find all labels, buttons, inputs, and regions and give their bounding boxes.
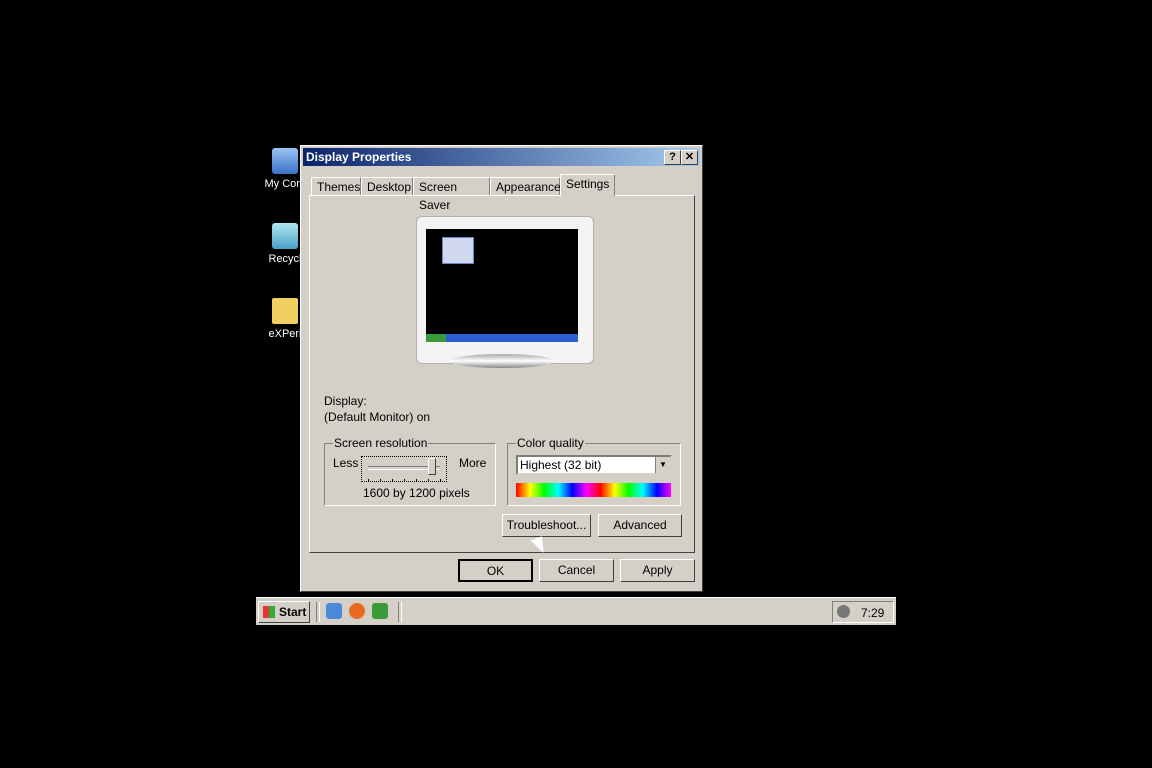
taskbar: Start 7:29 [256,597,896,625]
volume-icon[interactable] [837,605,850,618]
close-button[interactable]: ✕ [681,150,698,165]
preview-taskbar [426,334,578,342]
troubleshoot-button[interactable]: Troubleshoot... [502,514,591,537]
tab-desktop[interactable]: Desktop [361,177,413,195]
start-button[interactable]: Start [258,601,310,623]
computer-icon [272,148,298,174]
color-quality-legend: Color quality [516,436,585,450]
color-quality-select[interactable]: Highest (32 bit) ▼ [516,455,672,475]
more-label: More [459,456,487,470]
system-tray: 7:29 [832,601,894,623]
tab-settings[interactable]: Settings [560,174,615,196]
screen-resolution-legend: Screen resolution [333,436,429,450]
monitor-stand [450,354,554,368]
slider-thumb[interactable] [428,458,436,475]
taskbar-separator [398,602,402,622]
media-icon[interactable] [349,603,365,619]
advanced-button[interactable]: Advanced [598,514,682,537]
recycle-bin-icon [272,223,298,249]
cancel-label: Cancel [557,563,596,577]
settings-panel: Display: (Default Monitor) on Screen res… [309,195,695,553]
start-label: Start [279,605,307,619]
color-quality-group: Color quality Highest (32 bit) ▼ [507,436,681,506]
folder-icon [272,298,298,324]
windows-flag-icon [263,606,275,618]
ie-icon[interactable] [326,603,342,619]
less-label: Less [333,456,359,470]
display-properties-dialog: Display Properties ? ✕ Themes Desktop Sc… [300,145,703,592]
ok-button[interactable]: OK [458,559,533,582]
dialog-title: Display Properties [306,150,412,164]
resolution-slider[interactable] [361,456,447,482]
taskbar-separator [316,602,320,622]
display-label: Display: [324,394,367,408]
desktop-icon-label: Recycl [268,253,302,265]
help-button[interactable]: ? [664,150,681,165]
tab-screen-saver[interactable]: Screen Saver [413,177,490,212]
arrow-icon[interactable] [372,603,388,619]
display-value: (Default Monitor) on [324,410,431,424]
chevron-down-icon[interactable]: ▼ [655,457,670,473]
clock[interactable]: 7:29 [861,606,884,620]
title-bar[interactable]: Display Properties ? ✕ [303,148,700,166]
monitor-preview [416,216,594,364]
ok-label: OK [486,564,505,578]
troubleshoot-label: Troubleshoot... [506,518,587,532]
preview-window [442,237,474,264]
cancel-button[interactable]: Cancel [539,559,614,582]
resolution-value: 1600 by 1200 pixels [363,486,470,500]
apply-button[interactable]: Apply [620,559,695,582]
advanced-label: Advanced [613,518,667,532]
monitor-screen [426,229,578,342]
tab-appearance[interactable]: Appearance [490,177,561,195]
desktop-icon-label: eXPeri [268,328,302,340]
apply-label: Apply [642,563,673,577]
color-quality-value: Highest (32 bit) [520,458,602,472]
tab-themes[interactable]: Themes [311,177,361,195]
screen-resolution-group: Screen resolution Less More 1600 by 1200… [324,436,496,506]
color-spectrum-bar [516,483,671,497]
